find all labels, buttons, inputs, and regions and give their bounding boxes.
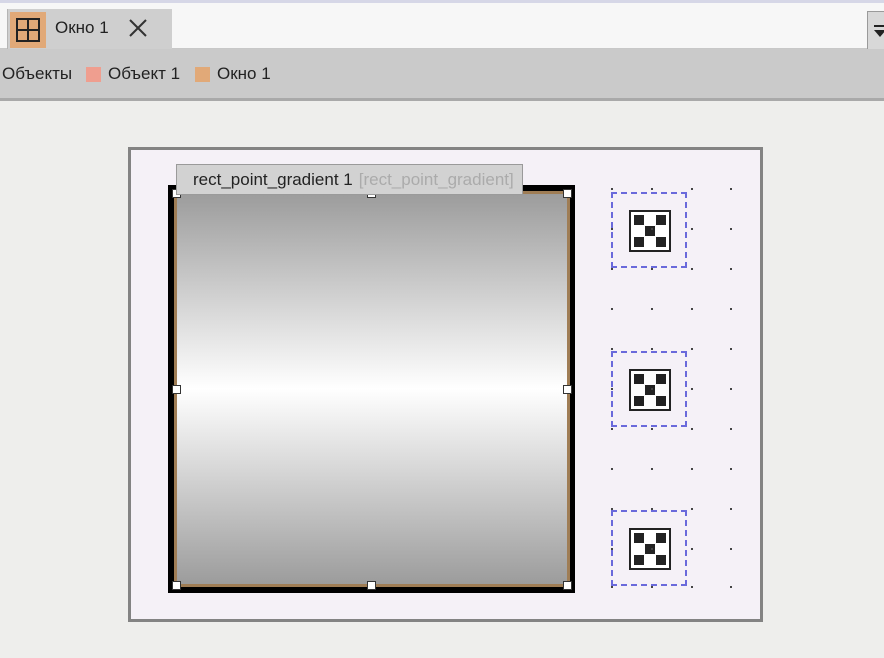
tab-window-1[interactable]: Окно 1: [7, 9, 172, 49]
resize-handle-sw[interactable]: [172, 581, 181, 590]
grid-dot: [651, 548, 653, 550]
grid-dot: [730, 308, 732, 310]
resize-handle-ne[interactable]: [563, 189, 572, 198]
grid-dot: [691, 468, 693, 470]
widget-name: rect_point_gradient 1: [193, 170, 353, 189]
grid-dot: [730, 586, 732, 588]
component-slot-2[interactable]: [611, 351, 687, 427]
tab-label: Окно 1: [55, 18, 109, 37]
tab-overflow-icon[interactable]: [867, 11, 884, 51]
grid-dot: [611, 388, 613, 390]
window-swatch: [195, 67, 210, 82]
grid-dot: [611, 308, 613, 310]
grid-dot: [611, 548, 613, 550]
grid-dot: [730, 508, 732, 510]
grid-dot: [651, 428, 653, 430]
tab-bar: Окно 1: [0, 3, 884, 51]
grid-dot: [651, 508, 653, 510]
grid-pattern-icon: [629, 369, 671, 415]
grid-dot: [651, 188, 653, 190]
grid-dot: [730, 268, 732, 270]
breadcrumb: Объекты Объект 1 Окно 1: [0, 49, 884, 101]
grid-dot: [651, 586, 653, 588]
grid-dot: [611, 188, 613, 190]
grid-dot: [691, 388, 693, 390]
grid-dot: [611, 428, 613, 430]
object-swatch: [86, 67, 101, 82]
widget-type: [rect_point_gradient]: [358, 170, 514, 189]
grid-dot: [651, 228, 653, 230]
window-grid-icon: [10, 12, 46, 48]
grid-dot: [691, 228, 693, 230]
grid-dot: [730, 228, 732, 230]
grid-dot: [730, 188, 732, 190]
close-icon[interactable]: [126, 16, 150, 40]
grid-dot: [691, 548, 693, 550]
grid-dot: [730, 388, 732, 390]
grid-dot: [611, 268, 613, 270]
design-canvas[interactable]: rect_point_gradient 1 [rect_point_gradien…: [128, 147, 763, 622]
grid-dot: [691, 586, 693, 588]
grid-dot: [730, 428, 732, 430]
grid-dot: [730, 468, 732, 470]
grid-dot: [691, 508, 693, 510]
grid-pattern-icon: [629, 528, 671, 574]
grid-dot: [651, 308, 653, 310]
grid-dot: [691, 268, 693, 270]
grid-dot: [611, 586, 613, 588]
grid-dot: [691, 348, 693, 350]
grid-dot: [651, 468, 653, 470]
resize-handle-s[interactable]: [367, 581, 376, 590]
rect-point-gradient-widget[interactable]: [168, 185, 575, 593]
grid-dot: [691, 308, 693, 310]
gradient-fill[interactable]: [174, 191, 570, 587]
resize-handle-e[interactable]: [563, 385, 572, 394]
grid-dot: [611, 348, 613, 350]
resize-handle-w[interactable]: [172, 385, 181, 394]
widget-label: rect_point_gradient 1 [rect_point_gradien…: [176, 164, 523, 195]
grid-dot: [611, 468, 613, 470]
grid-dot: [611, 508, 613, 510]
grid-dot: [651, 268, 653, 270]
grid-dot: [651, 348, 653, 350]
breadcrumb-item-objects[interactable]: Объекты: [2, 64, 72, 84]
grid-dot: [691, 188, 693, 190]
grid-dot: [651, 388, 653, 390]
component-slot-3[interactable]: [611, 510, 687, 586]
breadcrumb-item-window-1[interactable]: Окно 1: [217, 64, 271, 84]
resize-handle-se[interactable]: [563, 581, 572, 590]
component-slot-1[interactable]: [611, 192, 687, 268]
grid-dot: [730, 548, 732, 550]
grid-dot: [730, 348, 732, 350]
grid-dot: [611, 228, 613, 230]
grid-dot: [691, 428, 693, 430]
grid-pattern-icon: [629, 210, 671, 256]
breadcrumb-item-object-1[interactable]: Объект 1: [108, 64, 180, 84]
